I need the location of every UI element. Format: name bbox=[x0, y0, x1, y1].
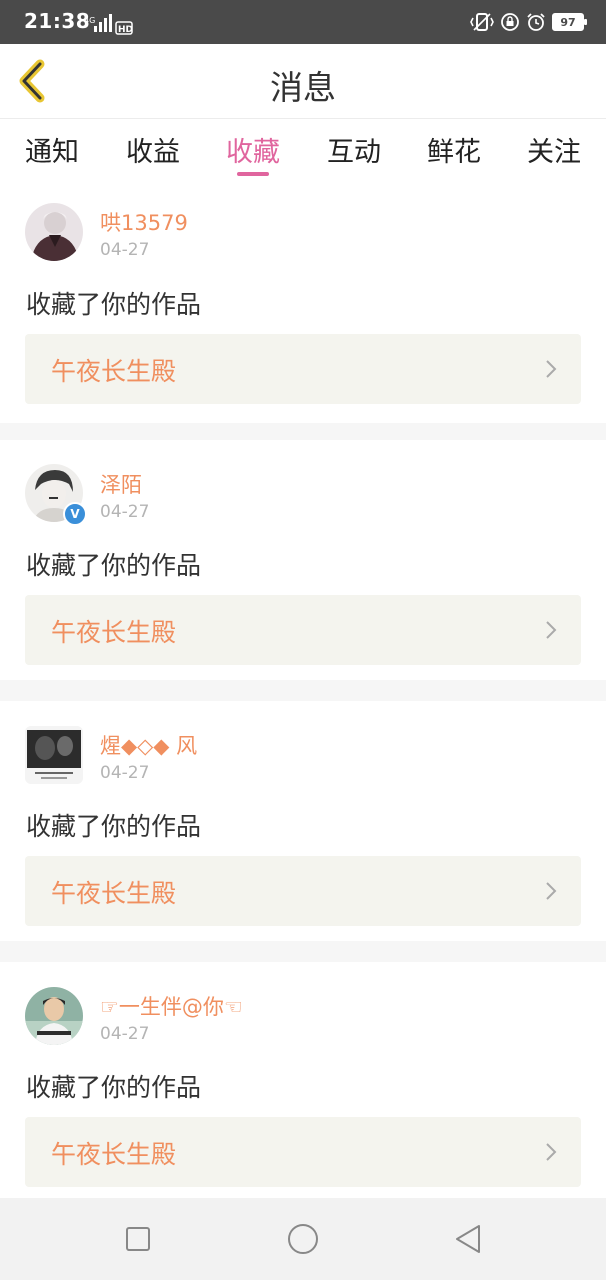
list-item: 煋◆◇◆ 风 04-27 收藏了你的作品 午夜长生殿 bbox=[0, 701, 606, 941]
action-text: 收藏了你的作品 bbox=[26, 551, 202, 580]
tab-bar: 通知 收益 收藏 互动 鲜花 关注 bbox=[0, 119, 606, 183]
action-text: 收藏了你的作品 bbox=[26, 290, 202, 319]
verified-badge-icon: V bbox=[63, 502, 87, 526]
work-title: 午夜长生殿 bbox=[51, 357, 177, 386]
avatar[interactable] bbox=[25, 987, 83, 1045]
tab-notifications[interactable]: 通知 bbox=[25, 130, 79, 169]
system-nav-bar bbox=[0, 1198, 606, 1280]
back-nav-button[interactable] bbox=[451, 1222, 485, 1256]
action-text: 收藏了你的作品 bbox=[26, 812, 202, 841]
network-label: 4G bbox=[84, 16, 95, 25]
work-link[interactable]: 午夜长生殿 bbox=[25, 595, 581, 665]
work-title: 午夜长生殿 bbox=[51, 879, 177, 908]
list-item: ☞一生伴@你☜ 04-27 收藏了你的作品 午夜长生殿 bbox=[0, 962, 606, 1198]
circle-icon bbox=[288, 1224, 318, 1254]
status-bar: 21:38 4G HD 97 bbox=[0, 0, 606, 44]
battery-level: 97 bbox=[560, 15, 576, 29]
username[interactable]: ☞一生伴@你☜ bbox=[100, 991, 243, 1021]
action-text: 收藏了你的作品 bbox=[26, 1073, 202, 1102]
chevron-right-icon bbox=[546, 1143, 557, 1161]
status-time: 21:38 bbox=[24, 9, 91, 33]
tab-interactions[interactable]: 互动 bbox=[327, 130, 381, 169]
square-icon bbox=[126, 1227, 150, 1251]
active-tab-indicator bbox=[237, 172, 269, 176]
avatar[interactable] bbox=[25, 726, 83, 784]
battery-icon: 97 bbox=[552, 13, 587, 31]
tab-flowers[interactable]: 鲜花 bbox=[427, 130, 481, 169]
vibrate-icon bbox=[470, 13, 494, 31]
chevron-right-icon bbox=[546, 882, 557, 900]
signal-icon: 4G HD bbox=[84, 14, 133, 35]
list-item: V 泽陌 04-27 收藏了你的作品 午夜长生殿 bbox=[0, 440, 606, 680]
page-title: 消息 bbox=[270, 68, 336, 107]
recents-button[interactable] bbox=[121, 1222, 155, 1256]
work-link[interactable]: 午夜长生殿 bbox=[25, 334, 581, 404]
tab-earnings[interactable]: 收益 bbox=[126, 130, 180, 169]
message-date: 04-27 bbox=[100, 763, 150, 783]
hd-label: HD bbox=[118, 25, 133, 35]
tab-favorites[interactable]: 收藏 bbox=[226, 130, 280, 169]
title-bar: 消息 bbox=[0, 44, 606, 119]
tab-follows[interactable]: 关注 bbox=[527, 130, 581, 169]
avatar[interactable] bbox=[25, 203, 83, 261]
alarm-icon bbox=[527, 13, 545, 31]
username[interactable]: 哄13579 bbox=[100, 207, 188, 237]
chevron-right-icon bbox=[546, 360, 557, 378]
message-date: 04-27 bbox=[100, 502, 150, 522]
triangle-back-icon bbox=[456, 1225, 480, 1253]
work-title: 午夜长生殿 bbox=[51, 618, 177, 647]
work-link[interactable]: 午夜长生殿 bbox=[25, 1117, 581, 1187]
home-button[interactable] bbox=[286, 1222, 320, 1256]
username[interactable]: 泽陌 bbox=[100, 469, 142, 499]
chevron-right-icon bbox=[546, 621, 557, 639]
work-title: 午夜长生殿 bbox=[51, 1140, 177, 1169]
message-date: 04-27 bbox=[100, 1024, 150, 1044]
list-item: 哄13579 04-27 收藏了你的作品 午夜长生殿 bbox=[0, 183, 606, 423]
lock-rotation-icon bbox=[501, 13, 519, 31]
message-date: 04-27 bbox=[100, 240, 150, 260]
work-link[interactable]: 午夜长生殿 bbox=[25, 856, 581, 926]
username[interactable]: 煋◆◇◆ 风 bbox=[100, 730, 197, 760]
